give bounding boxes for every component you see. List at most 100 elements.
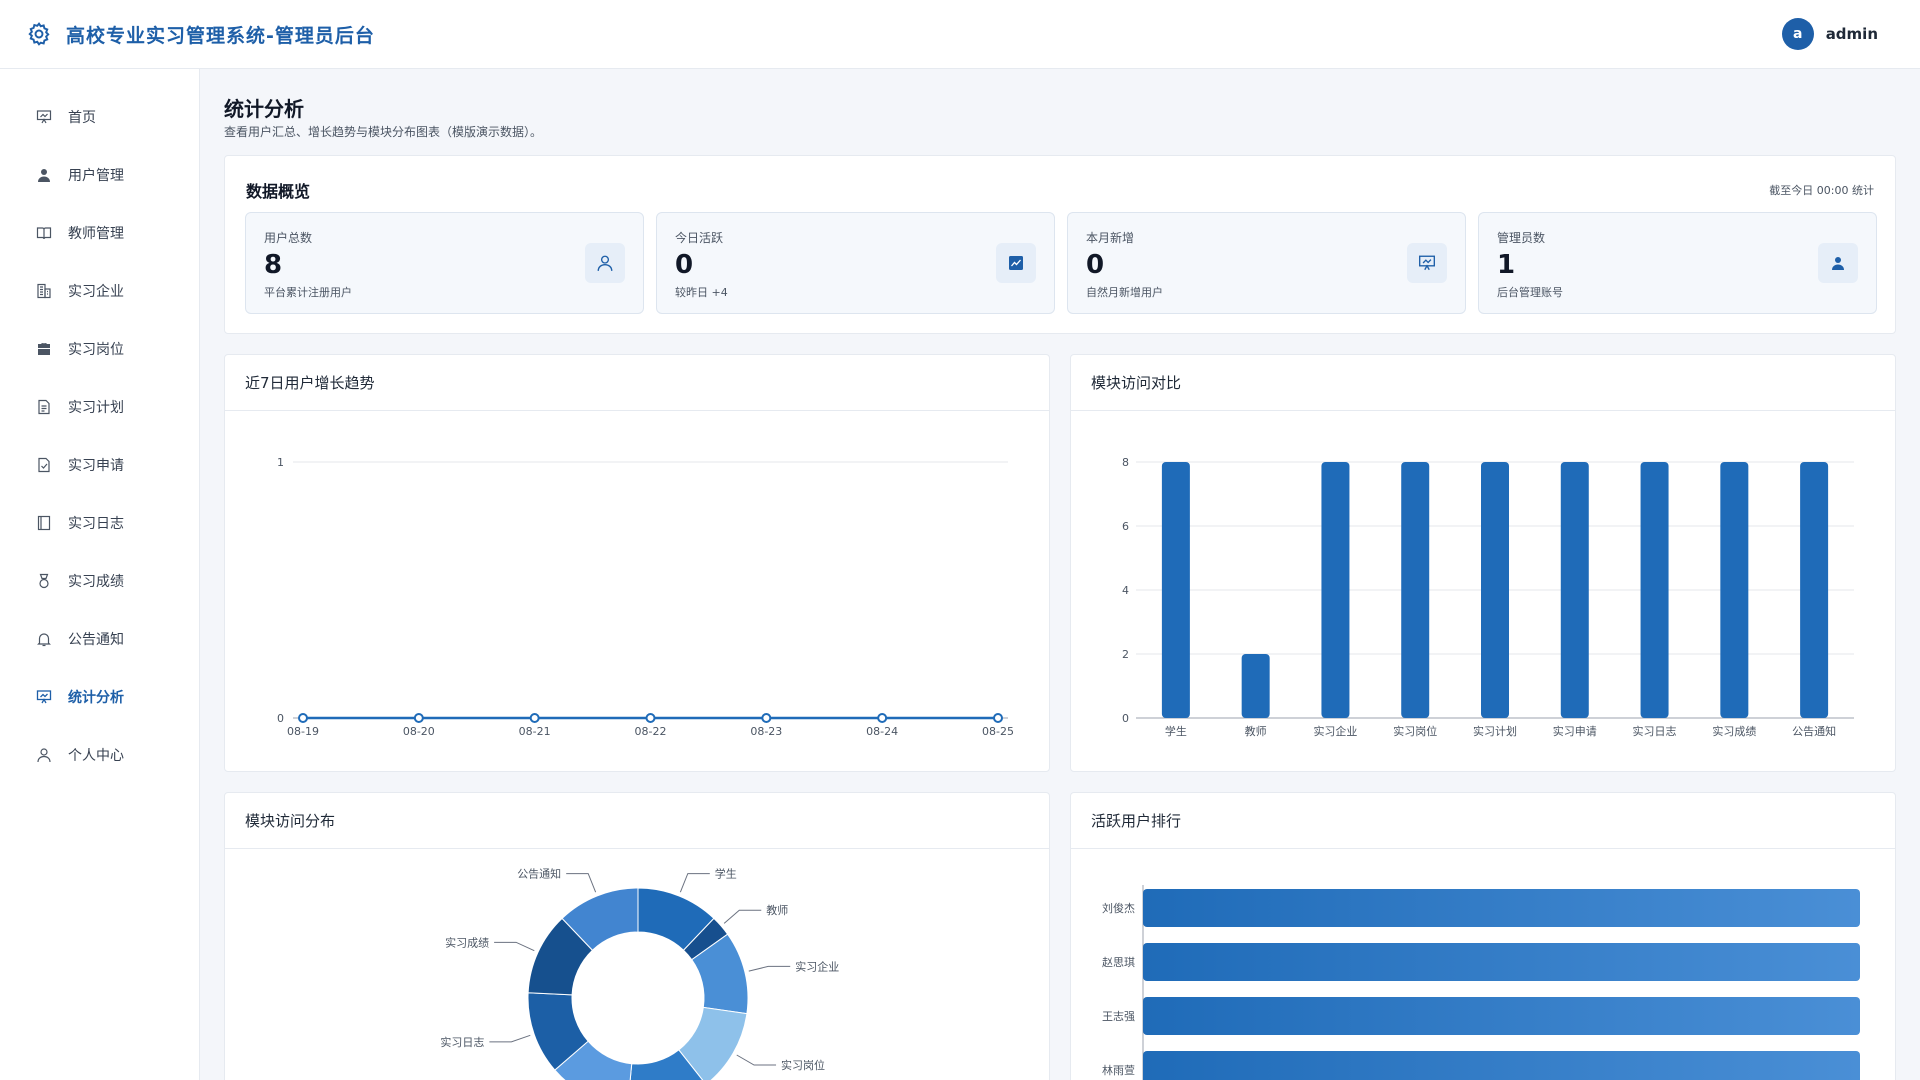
page-description: 查看用户汇总、增长趋势与模块分布图表（模版演示数据）。 <box>224 125 543 139</box>
module-dist-panel: 模块访问分布 学生 教师 实习企业 实习岗位 实习日志 实习成绩 公告通知 <box>224 792 1050 1080</box>
sidebar-item-positions[interactable]: 实习岗位 <box>0 320 199 378</box>
sidebar-item-teachers[interactable]: 教师管理 <box>0 204 199 262</box>
bar <box>1720 462 1749 718</box>
panel-title: 近7日用户增长趋势 <box>245 374 375 392</box>
slice-label: 教师 <box>766 904 788 917</box>
person-icon <box>36 747 52 763</box>
data-point <box>993 713 1003 723</box>
file-check-icon <box>36 457 52 473</box>
x-tick-label: 08-24 <box>866 725 898 738</box>
data-point <box>877 713 888 723</box>
x-tick-label: 学生 <box>1165 724 1187 738</box>
y-tick-label: 6 <box>1122 520 1129 533</box>
bar <box>1800 462 1829 718</box>
y-tick-label: 1 <box>277 456 284 469</box>
y-tick-label: 8 <box>1122 456 1129 469</box>
sidebar-item-companies[interactable]: 实习企业 <box>0 262 199 320</box>
x-tick-label: 实习企业 <box>1313 724 1357 738</box>
active-user-bar-chart: 刘俊杰赵思琪王志强林雨萱 <box>1102 885 1860 1080</box>
sidebar-item-profile[interactable]: 个人中心 <box>0 726 199 784</box>
overview-title: 数据概览 <box>246 182 311 201</box>
user-icon <box>36 167 52 183</box>
x-tick-label: 实习申请 <box>1553 724 1597 738</box>
stat-value: 1 <box>1497 250 1516 280</box>
sidebar-item-label: 实习企业 <box>68 284 124 300</box>
overview-card: 数据概览 截至今日 00:00 统计 用户总数 8 平台累计注册用户 今日活跃 … <box>224 155 1896 334</box>
stat-sub: 自然月新增用户 <box>1086 286 1163 299</box>
module-donut-chart: 学生教师实习企业实习岗位 实习日志 实习成绩 公告通知 <box>440 867 839 1080</box>
trend-chart-icon <box>996 243 1036 283</box>
sidebar-item-label: 统计分析 <box>68 690 124 706</box>
x-tick-label: 08-25 <box>982 725 1014 738</box>
y-tick-label: 4 <box>1122 584 1129 597</box>
bar <box>1640 462 1669 718</box>
admin-user-icon <box>1818 243 1858 283</box>
overview-note: 截至今日 00:00 统计 <box>1769 184 1874 197</box>
sidebar-item-grades[interactable]: 实习成绩 <box>0 552 199 610</box>
stat-card-admin-count: 管理员数 1 后台管理账号 <box>1478 212 1877 314</box>
dashboard-icon <box>36 109 52 125</box>
x-tick-label: 08-21 <box>519 725 551 738</box>
stat-sub: 较昨日 +4 <box>675 286 728 299</box>
stat-label: 今日活跃 <box>675 231 724 245</box>
module-bar-chart: 0 2 4 6 8 学生 教师 实习企业 实习岗位 实习计划 实习申请 实习日志 实习成绩 公告通知 <box>1122 456 1854 738</box>
y-tick-label: 0 <box>1122 712 1129 725</box>
leader-line <box>748 965 791 972</box>
sidebar-item-home[interactable]: 首页 <box>0 88 199 146</box>
x-tick-label: 实习计划 <box>1473 724 1517 738</box>
sidebar-item-label: 实习岗位 <box>68 342 124 358</box>
leader-line <box>566 873 597 893</box>
sidebar-item-label: 实习计划 <box>68 400 124 416</box>
sidebar-item-label: 首页 <box>68 110 96 126</box>
sidebar-item-applications[interactable]: 实习申请 <box>0 436 199 494</box>
x-tick-label: 实习岗位 <box>1393 724 1437 738</box>
sidebar-item-statistics[interactable]: 统计分析 <box>0 668 199 726</box>
leader-line <box>489 1034 531 1043</box>
stat-label: 管理员数 <box>1497 231 1546 245</box>
sidebar-item-plans[interactable]: 实习计划 <box>0 378 199 436</box>
document-icon <box>36 399 52 415</box>
user-menu[interactable]: a admin <box>1781 18 1878 50</box>
module-compare-panel: 模块访问对比 0 2 4 6 8 学生 教师 实习企业 实习岗位 实习计划 实习申请 实习日志 实习成绩… <box>1070 354 1896 772</box>
x-tick-label: 08-23 <box>750 725 782 738</box>
journal-icon <box>36 515 52 531</box>
sidebar-item-notices[interactable]: 公告通知 <box>0 610 199 668</box>
x-tick-label: 08-22 <box>635 725 667 738</box>
panel-title: 模块访问分布 <box>245 812 336 830</box>
bell-icon <box>36 631 52 647</box>
data-point <box>761 713 772 723</box>
bar <box>1161 462 1190 718</box>
bar <box>1241 654 1270 718</box>
stat-sub: 平台累计注册用户 <box>264 286 352 299</box>
bar <box>1481 462 1509 718</box>
stat-card-monthly-new: 本月新增 0 自然月新增用户 <box>1067 212 1466 314</box>
chart-icon <box>36 689 52 705</box>
sidebar-item-label: 实习申请 <box>68 458 124 474</box>
user-outline-icon <box>585 243 625 283</box>
bar <box>1560 462 1589 718</box>
bar <box>1321 462 1350 718</box>
y-tick-label: 2 <box>1122 648 1129 661</box>
y-tick-label: 王志强 <box>1102 1010 1135 1023</box>
active-rank-panel: 活跃用户排行 刘俊杰 赵思琪 王志强 林雨萱 <box>1070 792 1896 1080</box>
bar <box>1143 997 1860 1035</box>
y-tick-label: 赵思琪 <box>1102 955 1135 969</box>
leader-line <box>723 909 762 924</box>
username[interactable]: admin <box>1826 25 1878 43</box>
sidebar-item-journals[interactable]: 实习日志 <box>0 494 199 552</box>
x-tick-label: 教师 <box>1245 725 1267 738</box>
sidebar-item-label: 实习成绩 <box>68 574 124 590</box>
brand: 高校专业实习管理系统-管理员后台 <box>26 21 375 48</box>
growth-line-chart: 0 1 08-19 08-20 08-21 08-22 08-23 08-24 08-25 <box>277 456 1014 738</box>
stat-value: 0 <box>1086 250 1105 280</box>
avatar[interactable]: a <box>1781 18 1814 50</box>
data-point <box>529 713 540 723</box>
panel-title: 模块访问对比 <box>1091 374 1182 392</box>
sidebar-item-users[interactable]: 用户管理 <box>0 146 199 204</box>
x-tick-label: 实习日志 <box>1633 724 1677 738</box>
page-title: 统计分析 <box>224 97 304 121</box>
stat-sub: 后台管理账号 <box>1497 286 1563 299</box>
top-header: 高校专业实习管理系统-管理员后台 a admin <box>0 0 1920 69</box>
bar <box>1143 889 1860 927</box>
slice-label: 实习成绩 <box>445 935 489 949</box>
